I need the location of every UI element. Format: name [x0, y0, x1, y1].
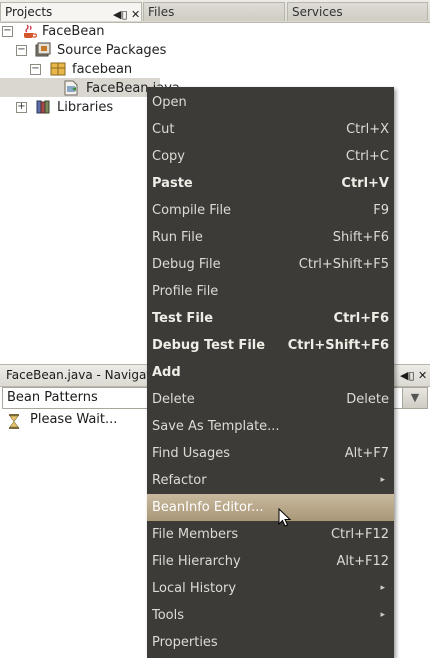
- menu-item-refactor[interactable]: Refactor ▸: [147, 467, 394, 494]
- menu-item-properties[interactable]: Properties: [147, 629, 394, 656]
- tab-files[interactable]: Files: [143, 2, 285, 21]
- menu-item-open[interactable]: Open: [147, 89, 394, 116]
- navigator-filter-value: Bean Patterns: [7, 390, 98, 405]
- navigator-window-controls[interactable]: ◀▯ ✕: [400, 365, 427, 386]
- menu-item-beaninfo-editor[interactable]: BeanInfo Editor...: [147, 494, 394, 521]
- tab-projects-controls[interactable]: ◀▯ ✕: [113, 5, 140, 24]
- submenu-arrow-icon: ▸: [380, 583, 385, 593]
- menu-item-paste[interactable]: Paste Ctrl+V: [147, 170, 394, 197]
- java-project-icon: [24, 24, 37, 38]
- menu-item-file-members[interactable]: File Members Ctrl+F12: [147, 521, 394, 548]
- menu-item-run-file[interactable]: Run File Shift+F6: [147, 224, 394, 251]
- tree-item-facebean-package[interactable]: facebean: [72, 60, 132, 79]
- dropdown-arrow-icon[interactable]: ▼: [402, 388, 427, 408]
- menu-item-file-hierarchy[interactable]: File Hierarchy Alt+F12: [147, 548, 394, 575]
- context-menu: Open Cut Ctrl+X Copy Ctrl+C Paste Ctrl+V Co…: [147, 87, 394, 658]
- tree-item-source-packages[interactable]: Source Packages: [57, 41, 166, 60]
- expand-libraries-toggle[interactable]: +: [16, 102, 27, 113]
- tree-item-libraries[interactable]: Libraries: [57, 98, 113, 117]
- menu-item-local-history[interactable]: Local History ▸: [147, 575, 394, 602]
- menu-item-delete[interactable]: Delete Delete: [147, 386, 394, 413]
- menu-item-debug-file[interactable]: Debug File Ctrl+Shift+F5: [147, 251, 394, 278]
- submenu-arrow-icon: ▸: [380, 610, 385, 620]
- menu-item-tools[interactable]: Tools ▸: [147, 602, 394, 629]
- java-file-icon: [64, 80, 78, 96]
- collapse-root-toggle[interactable]: −: [2, 26, 13, 37]
- source-packages-icon: [35, 42, 51, 57]
- menu-item-add[interactable]: Add: [147, 359, 394, 386]
- collapse-source-packages-toggle[interactable]: −: [16, 45, 27, 56]
- tab-projects[interactable]: Projects ◀▯ ✕: [0, 2, 142, 21]
- libraries-icon: [36, 100, 50, 114]
- navigator-status: Please Wait...: [30, 412, 118, 427]
- collapse-package-toggle[interactable]: −: [30, 64, 41, 75]
- tree-item-facebean-project[interactable]: FaceBean: [42, 22, 105, 41]
- tab-services[interactable]: Services: [287, 2, 428, 21]
- submenu-arrow-icon: ▸: [380, 475, 385, 485]
- menu-item-cut[interactable]: Cut Ctrl+X: [147, 116, 394, 143]
- mouse-cursor-icon: [278, 508, 292, 527]
- menu-item-save-as-template[interactable]: Save As Template...: [147, 413, 394, 440]
- package-icon: [50, 62, 66, 76]
- navigator-title: FaceBean.java - Navigator: [6, 368, 164, 382]
- menu-item-profile-file[interactable]: Profile File: [147, 278, 394, 305]
- tab-projects-label: Projects: [5, 5, 53, 19]
- menu-item-test-file[interactable]: Test File Ctrl+F6: [147, 305, 394, 332]
- hourglass-icon: [9, 414, 19, 429]
- menu-item-compile-file[interactable]: Compile File F9: [147, 197, 394, 224]
- menu-item-find-usages[interactable]: Find Usages Alt+F7: [147, 440, 394, 467]
- top-tab-bar: Projects ◀▯ ✕ Files Services: [0, 0, 430, 23]
- menu-item-copy[interactable]: Copy Ctrl+C: [147, 143, 394, 170]
- menu-item-debug-test-file[interactable]: Debug Test File Ctrl+Shift+F6: [147, 332, 394, 359]
